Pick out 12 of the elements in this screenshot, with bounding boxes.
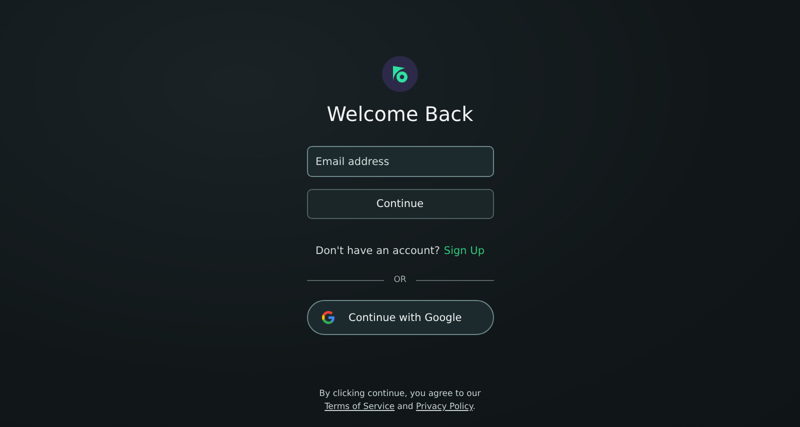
sign-up-link[interactable]: Sign Up (444, 245, 485, 257)
terms-link[interactable]: Terms of Service (324, 402, 395, 412)
google-sign-in-button[interactable]: Continue with Google (306, 300, 494, 335)
logo-icon (382, 56, 418, 92)
google-icon (322, 311, 334, 324)
privacy-link[interactable]: Privacy Policy (416, 402, 473, 412)
divider-label: OR (394, 275, 406, 285)
signup-prompt: Don't have an account? (315, 245, 440, 257)
email-field[interactable]: Email address (306, 146, 494, 177)
terms-notice: By clicking continue, you agree to our Terms of Service and Privacy Policy. (318, 388, 482, 414)
page-title: Welcome Back (326, 102, 474, 126)
continue-button[interactable]: Continue (306, 189, 494, 219)
